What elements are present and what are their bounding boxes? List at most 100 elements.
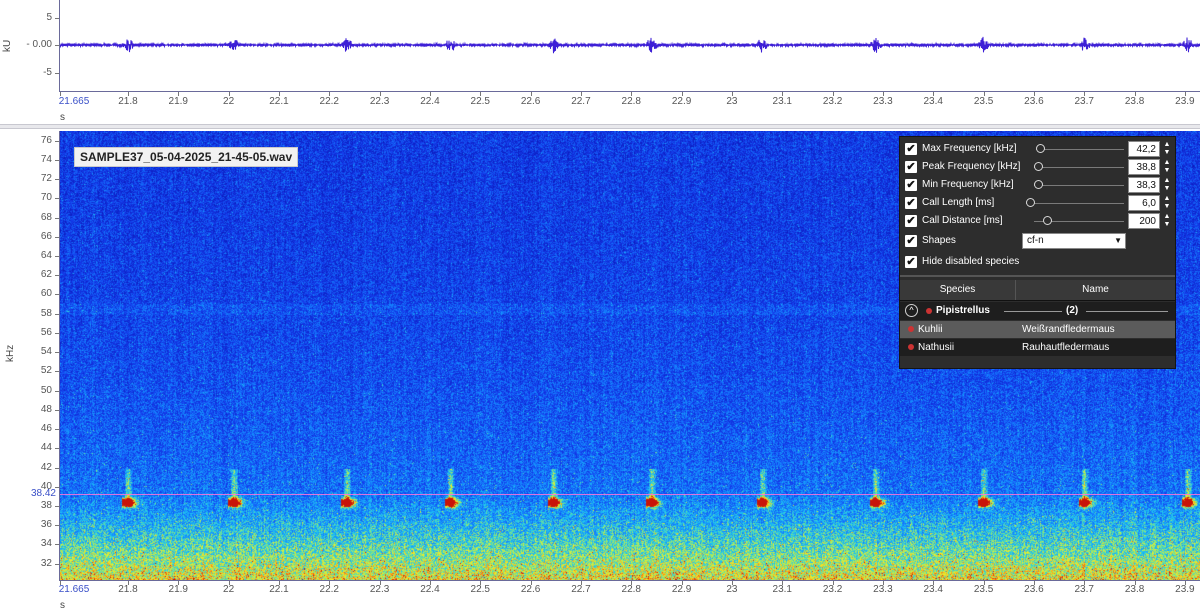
waveform-xtick-label: 22.9 bbox=[671, 96, 692, 107]
spectrogram-ytick-label: 58 bbox=[40, 307, 52, 319]
waveform-xtick-label: 22.3 bbox=[369, 96, 390, 107]
shapes-select[interactable]: cf-n ▼ bbox=[1022, 233, 1126, 249]
spectrogram-ytick bbox=[55, 313, 59, 315]
spectrogram-xtick-label: 21.9 bbox=[168, 584, 188, 595]
spectrogram-ytick-label: 68 bbox=[40, 211, 52, 223]
spectrogram-x-unit: s bbox=[60, 600, 65, 611]
spectrogram-ytick-label: 44 bbox=[40, 442, 52, 454]
spectrogram-xtick-label: 23.7 bbox=[1074, 584, 1094, 595]
waveform-ytick-label: - 0.00 bbox=[26, 39, 52, 50]
call-distance-input[interactable]: 200 bbox=[1128, 213, 1160, 229]
spectrogram-ytick-label: 70 bbox=[40, 192, 52, 204]
hide-disabled-row[interactable]: ✔ Hide disabled species bbox=[904, 254, 1172, 271]
spectrogram-xtick-label: 23.5 bbox=[973, 584, 994, 595]
spectrogram-xtick-label: 23.4 bbox=[923, 584, 943, 595]
waveform-xtick-label: 23.2 bbox=[822, 96, 843, 107]
spectrogram-ytick bbox=[55, 198, 59, 200]
waveform-xtick-label: 22.1 bbox=[269, 96, 289, 107]
spectrogram-xtick-label: 23.2 bbox=[822, 584, 843, 595]
shapes-row[interactable]: ✔ Shapes cf-n ▼ bbox=[904, 233, 1172, 250]
call-distance-row[interactable]: ✔ Call Distance [ms] 200 ▲ ▼ bbox=[904, 213, 1172, 230]
waveform-ytick bbox=[55, 18, 59, 19]
spectrogram-ytick bbox=[55, 544, 59, 546]
call-length-input[interactable]: 6,0 bbox=[1128, 195, 1160, 211]
shapes-label: Shapes bbox=[922, 235, 956, 246]
call-length-spinner[interactable]: ▲ ▼ bbox=[1162, 195, 1172, 211]
call-distance-slider-knob[interactable] bbox=[1043, 216, 1052, 225]
peak-frequency-checkbox[interactable]: ✔ bbox=[905, 161, 917, 173]
waveform-panel[interactable]: kU 5 - 0.00 -5 21.665 21.8 21.9 22 22.1 22.2 2… bbox=[0, 0, 1200, 124]
shapes-checkbox[interactable]: ✔ bbox=[905, 235, 917, 247]
spectrogram-ytick bbox=[55, 217, 59, 219]
species-row[interactable]: Kuhlii Weißrandfledermaus bbox=[900, 321, 1175, 338]
spectrogram-xtick-label: 23.1 bbox=[772, 584, 792, 595]
waveform-xtick-label: 22 bbox=[223, 96, 235, 107]
species-color-dot bbox=[908, 326, 914, 332]
hide-disabled-checkbox[interactable]: ✔ bbox=[905, 256, 917, 268]
spectrogram-ytick-label: 62 bbox=[40, 269, 52, 281]
max-frequency-slider[interactable] bbox=[1036, 149, 1124, 150]
spectrogram-ytick-label: 42 bbox=[40, 461, 52, 473]
spectrogram-ytick bbox=[55, 159, 59, 161]
species-cell: Kuhlii bbox=[918, 324, 943, 335]
max-frequency-row[interactable]: ✔ Max Frequency [kHz] 42,2 ▲ ▼ bbox=[904, 141, 1172, 158]
spectrogram-xtick-label: 22.2 bbox=[319, 584, 339, 595]
waveform-xtick-label: 23.4 bbox=[923, 96, 943, 107]
min-frequency-checkbox[interactable]: ✔ bbox=[905, 179, 917, 191]
spectrogram-ytick bbox=[55, 256, 59, 257]
waveform-plot[interactable] bbox=[60, 0, 1200, 92]
peak-frequency-input[interactable]: 38,8 bbox=[1128, 159, 1160, 175]
spectrogram-ytick-label: 38 bbox=[40, 500, 52, 511]
spectrogram-ytick bbox=[55, 236, 59, 238]
call-length-label: Call Length [ms] bbox=[922, 197, 995, 208]
call-filter-panel[interactable]: ✔ Max Frequency [kHz] 42,2 ▲ ▼ ✔ Peak Fre… bbox=[899, 136, 1176, 369]
max-frequency-label: Max Frequency [kHz] bbox=[922, 143, 1017, 154]
spectrogram-ytick-label: 50 bbox=[40, 384, 52, 396]
spectrogram-ytick-label: 56 bbox=[40, 326, 52, 338]
call-length-checkbox[interactable]: ✔ bbox=[905, 197, 917, 209]
waveform-xtick-label: 23.8 bbox=[1124, 96, 1145, 107]
waveform-ytick bbox=[55, 73, 59, 74]
spectrogram-ytick-label: 36 bbox=[40, 519, 52, 531]
waveform-xtick-label: 22.7 bbox=[571, 96, 591, 107]
call-length-row[interactable]: ✔ Call Length [ms] 6,0 ▲ ▼ bbox=[904, 195, 1172, 212]
collapse-icon[interactable]: ^ bbox=[905, 304, 918, 317]
min-frequency-input[interactable]: 38,3 bbox=[1128, 177, 1160, 193]
species-group-row[interactable]: ^ Pipistrellus (2) bbox=[900, 302, 1175, 320]
call-length-slider-knob[interactable] bbox=[1026, 198, 1035, 207]
call-distance-checkbox[interactable]: ✔ bbox=[905, 215, 917, 227]
peak-frequency-slider[interactable] bbox=[1034, 167, 1124, 168]
peak-frequency-row[interactable]: ✔ Peak Frequency [kHz] 38,8 ▲ ▼ bbox=[904, 159, 1172, 176]
species-row[interactable]: Nathusii Rauhautfledermaus bbox=[900, 339, 1175, 356]
spectrogram-xtick-label: 23.9 bbox=[1175, 584, 1195, 595]
min-frequency-spinner[interactable]: ▲ ▼ bbox=[1162, 177, 1172, 193]
peak-frequency-spinner[interactable]: ▲ ▼ bbox=[1162, 159, 1172, 175]
min-frequency-slider-knob[interactable] bbox=[1034, 180, 1043, 189]
spectrogram-y-axis bbox=[59, 131, 60, 581]
species-color-dot bbox=[926, 308, 932, 314]
waveform-xtick-label: 21.9 bbox=[168, 96, 188, 107]
column-header-name[interactable]: Name bbox=[1016, 284, 1175, 295]
min-frequency-slider[interactable] bbox=[1034, 185, 1124, 186]
spectrogram-ytick-label: 48 bbox=[40, 403, 52, 415]
hide-disabled-label: Hide disabled species bbox=[922, 256, 1020, 267]
column-header-species[interactable]: Species bbox=[900, 284, 1015, 295]
waveform-xtick-label: 22.6 bbox=[520, 96, 541, 107]
waveform-x-unit: s bbox=[60, 112, 65, 123]
frequency-cursor-value: 38.42 bbox=[30, 488, 56, 499]
frequency-cursor-line[interactable] bbox=[60, 494, 1200, 495]
max-frequency-spinner[interactable]: ▲ ▼ bbox=[1162, 141, 1172, 157]
waveform-xtick-label: 23.6 bbox=[1024, 96, 1044, 107]
max-frequency-checkbox[interactable]: ✔ bbox=[905, 143, 917, 155]
waveform-ytick bbox=[55, 45, 59, 46]
spectrogram-ytick bbox=[55, 179, 59, 181]
call-length-slider[interactable] bbox=[1026, 203, 1124, 204]
spectrogram-xtick-label: 22.7 bbox=[571, 584, 591, 595]
call-distance-spinner[interactable]: ▲ ▼ bbox=[1162, 213, 1172, 229]
max-frequency-input[interactable]: 42,2 bbox=[1128, 141, 1160, 157]
max-frequency-slider-knob[interactable] bbox=[1036, 144, 1045, 153]
waveform-xtick-label: 23.3 bbox=[873, 96, 893, 107]
min-frequency-row[interactable]: ✔ Min Frequency [kHz] 38,3 ▲ ▼ bbox=[904, 177, 1172, 194]
peak-frequency-slider-knob[interactable] bbox=[1034, 162, 1043, 171]
spectrogram-ytick-label: 76 bbox=[40, 134, 52, 146]
